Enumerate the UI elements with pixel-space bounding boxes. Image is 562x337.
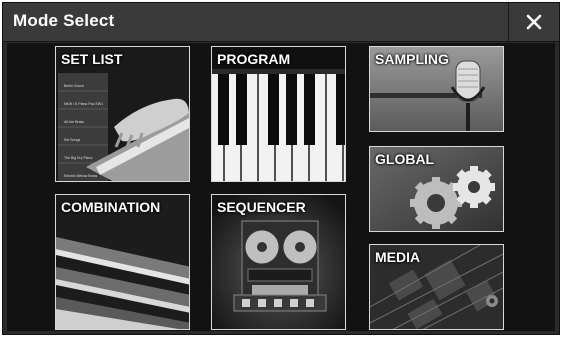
close-icon bbox=[526, 14, 542, 30]
set-list-slot: Electric Mellow Brass bbox=[64, 174, 98, 178]
set-list-label: SET LIST bbox=[61, 51, 123, 67]
window-title: Mode Select bbox=[13, 11, 115, 30]
global-label: GLOBAL bbox=[375, 151, 435, 167]
program-label: PROGRAM bbox=[217, 51, 291, 67]
global-mode-button[interactable]: GLOBAL bbox=[369, 146, 504, 232]
mode-grid: SET LIST Berlin Grand NKW / E.Piano Pad … bbox=[7, 43, 555, 331]
set-list-slots: Berlin Grand NKW / E.Piano Pad SW1 All A… bbox=[64, 77, 110, 181]
set-list-slot: The Big Dry Piano bbox=[64, 156, 93, 160]
set-list-slot: Set Songs bbox=[64, 138, 81, 142]
set-list-slot: Berlin Grand bbox=[64, 84, 84, 88]
combination-label: COMBINATION bbox=[61, 199, 161, 215]
sequencer-label: SEQUENCER bbox=[217, 199, 306, 215]
program-mode-button[interactable]: PROGRAM bbox=[211, 46, 346, 182]
title-bar: Mode Select bbox=[3, 3, 559, 42]
close-button[interactable] bbox=[508, 3, 559, 41]
piano-keys-image bbox=[212, 47, 345, 181]
sequencer-mode-button[interactable]: SEQUENCER bbox=[211, 194, 346, 330]
media-mode-button[interactable]: MEDIA bbox=[369, 244, 504, 330]
keyboards-image bbox=[56, 195, 189, 329]
sampling-label: SAMPLING bbox=[375, 51, 449, 67]
tape-recorder-image bbox=[212, 195, 345, 329]
sampling-mode-button[interactable]: SAMPLING bbox=[369, 46, 504, 132]
set-list-slot: All Are Brass bbox=[64, 120, 85, 124]
set-list-mode-button[interactable]: SET LIST Berlin Grand NKW / E.Piano Pad … bbox=[55, 46, 190, 182]
media-label: MEDIA bbox=[375, 249, 421, 265]
combination-mode-button[interactable]: COMBINATION bbox=[55, 194, 190, 330]
set-list-slot: NKW / E.Piano Pad SW1 bbox=[64, 102, 104, 106]
mode-select-window: Mode Select SET LIST Berlin Grand NKW / … bbox=[2, 2, 560, 335]
